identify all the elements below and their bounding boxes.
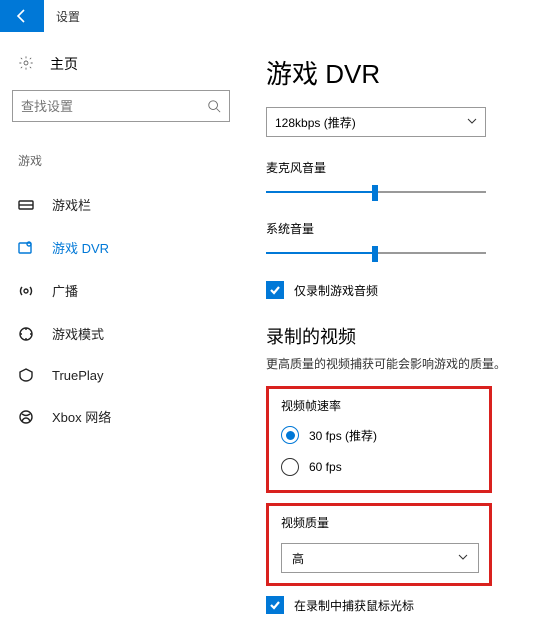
home-link[interactable]: 主页 (12, 50, 230, 90)
gear-icon (18, 55, 34, 74)
quality-highlight-box: 视频质量 高 (266, 503, 492, 586)
mouse-capture-row[interactable]: 在录制中捕获鼠标光标 (266, 596, 524, 614)
broadcast-icon (18, 283, 34, 299)
fps-option-30[interactable]: 30 fps (推荐) (281, 426, 477, 444)
trueplay-icon (18, 367, 34, 383)
xbox-icon (18, 409, 34, 425)
bitrate-select[interactable]: 128kbps (推荐) (266, 107, 486, 137)
fps-highlight-box: 视频帧速率 30 fps (推荐) 60 fps (266, 386, 492, 493)
chevron-down-icon (467, 115, 477, 129)
record-audio-only-row[interactable]: 仅录制游戏音频 (266, 281, 524, 299)
nav-list: 游戏栏 游戏 DVR 广播 游戏模式 TruePlay Xbox 网络 (12, 183, 230, 438)
main-content: 游戏 DVR 128kbps (推荐) 麦克风音量 系统音量 仅录制游戏音频 录… (242, 32, 548, 638)
dvr-icon (18, 240, 34, 256)
chevron-down-icon (458, 551, 468, 565)
slider-fill (266, 191, 372, 193)
nav-item-gamebar[interactable]: 游戏栏 (12, 183, 230, 226)
page-title: 游戏 DVR (266, 54, 524, 91)
nav-label: TruePlay (52, 368, 104, 383)
sys-label: 系统音量 (266, 220, 524, 237)
fps-label: 视频帧速率 (281, 397, 477, 414)
window-header: 设置 (0, 0, 548, 32)
record-audio-only-label: 仅录制游戏音频 (294, 282, 378, 299)
fps-option-60[interactable]: 60 fps (281, 458, 477, 476)
nav-item-gamemode[interactable]: 游戏模式 (12, 312, 230, 355)
nav-label: 游戏 DVR (52, 238, 109, 257)
radio-icon (281, 426, 299, 444)
slider-thumb[interactable] (372, 246, 378, 262)
quality-value: 高 (292, 550, 304, 567)
section-title: 录制的视频 (266, 323, 524, 349)
slider-thumb[interactable] (372, 185, 378, 201)
nav-item-broadcast[interactable]: 广播 (12, 269, 230, 312)
checkbox-icon (266, 596, 284, 614)
fps-option-label: 60 fps (309, 460, 342, 474)
sidebar: 主页 游戏 游戏栏 游戏 DVR 广播 游戏模式 (0, 32, 242, 638)
header-title: 设置 (44, 8, 80, 25)
gamemode-icon (18, 326, 34, 342)
search-input[interactable] (21, 99, 207, 114)
section-desc: 更高质量的视频捕获可能会影响游戏的质量。 (266, 355, 524, 372)
search-box[interactable] (12, 90, 230, 122)
nav-item-dvr[interactable]: 游戏 DVR (12, 226, 230, 269)
quality-label: 视频质量 (281, 514, 477, 531)
mic-slider[interactable] (266, 182, 486, 204)
fps-option-label: 30 fps (推荐) (309, 427, 377, 444)
nav-label: 广播 (52, 281, 78, 300)
gamebar-icon (18, 197, 34, 213)
bitrate-value: 128kbps (推荐) (275, 114, 356, 131)
checkbox-icon (266, 281, 284, 299)
back-button[interactable] (0, 0, 44, 32)
nav-label: Xbox 网络 (52, 407, 111, 426)
nav-item-xbox[interactable]: Xbox 网络 (12, 395, 230, 438)
mouse-capture-label: 在录制中捕获鼠标光标 (294, 597, 414, 614)
mic-label: 麦克风音量 (266, 159, 524, 176)
search-icon (207, 99, 221, 113)
sys-slider[interactable] (266, 243, 486, 265)
back-arrow-icon (14, 8, 30, 24)
nav-label: 游戏栏 (52, 195, 91, 214)
nav-item-trueplay[interactable]: TruePlay (12, 355, 230, 395)
slider-fill (266, 252, 372, 254)
nav-label: 游戏模式 (52, 324, 104, 343)
radio-icon (281, 458, 299, 476)
home-label: 主页 (50, 54, 78, 74)
category-label: 游戏 (12, 146, 230, 183)
quality-select[interactable]: 高 (281, 543, 479, 573)
